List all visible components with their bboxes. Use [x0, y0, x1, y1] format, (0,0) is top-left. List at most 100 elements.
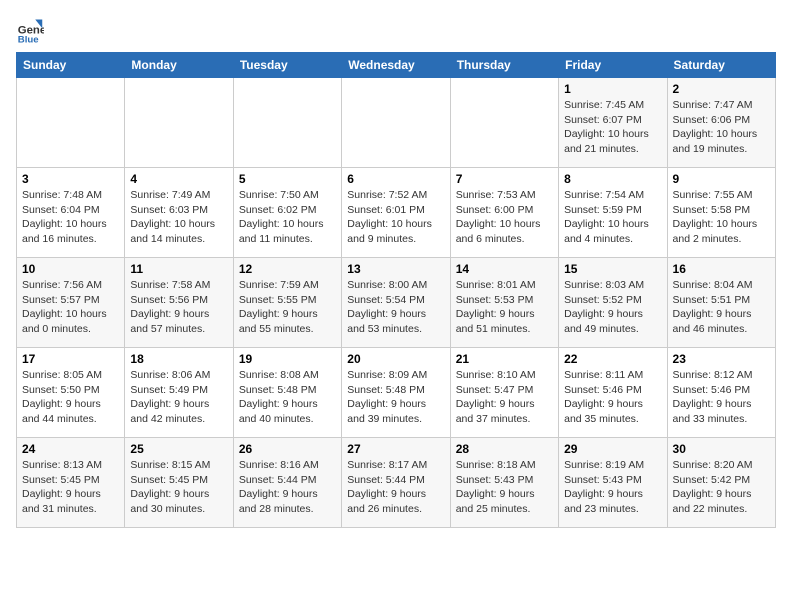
day-info: Sunrise: 7:50 AM Sunset: 6:02 PM Dayligh…	[239, 188, 336, 247]
calendar-cell: 12 Sunrise: 7:59 AM Sunset: 5:55 PM Dayli…	[233, 258, 341, 348]
day-number: 7	[456, 172, 553, 186]
calendar-cell: 16 Sunrise: 8:04 AM Sunset: 5:51 PM Dayli…	[667, 258, 775, 348]
weekday-header: Thursday	[450, 53, 558, 78]
day-number: 25	[130, 442, 227, 456]
calendar-cell: 5 Sunrise: 7:50 AM Sunset: 6:02 PM Daylig…	[233, 168, 341, 258]
day-info: Sunrise: 8:04 AM Sunset: 5:51 PM Dayligh…	[673, 278, 770, 337]
day-number: 8	[564, 172, 661, 186]
day-number: 1	[564, 82, 661, 96]
day-number: 28	[456, 442, 553, 456]
calendar-cell: 1 Sunrise: 7:45 AM Sunset: 6:07 PM Daylig…	[559, 78, 667, 168]
day-info: Sunrise: 7:52 AM Sunset: 6:01 PM Dayligh…	[347, 188, 444, 247]
day-number: 20	[347, 352, 444, 366]
day-info: Sunrise: 7:45 AM Sunset: 6:07 PM Dayligh…	[564, 98, 661, 157]
day-info: Sunrise: 8:20 AM Sunset: 5:42 PM Dayligh…	[673, 458, 770, 517]
calendar-table: SundayMondayTuesdayWednesdayThursdayFrid…	[16, 52, 776, 528]
day-number: 26	[239, 442, 336, 456]
calendar-cell: 23 Sunrise: 8:12 AM Sunset: 5:46 PM Dayli…	[667, 348, 775, 438]
day-number: 4	[130, 172, 227, 186]
calendar-cell: 21 Sunrise: 8:10 AM Sunset: 5:47 PM Dayli…	[450, 348, 558, 438]
logo: General Blue	[16, 16, 48, 44]
day-number: 11	[130, 262, 227, 276]
day-number: 9	[673, 172, 770, 186]
day-number: 10	[22, 262, 119, 276]
day-number: 22	[564, 352, 661, 366]
day-info: Sunrise: 8:19 AM Sunset: 5:43 PM Dayligh…	[564, 458, 661, 517]
day-info: Sunrise: 8:13 AM Sunset: 5:45 PM Dayligh…	[22, 458, 119, 517]
day-number: 14	[456, 262, 553, 276]
day-number: 23	[673, 352, 770, 366]
day-number: 16	[673, 262, 770, 276]
day-number: 12	[239, 262, 336, 276]
calendar-cell	[342, 78, 450, 168]
calendar-cell: 18 Sunrise: 8:06 AM Sunset: 5:49 PM Dayli…	[125, 348, 233, 438]
day-info: Sunrise: 8:17 AM Sunset: 5:44 PM Dayligh…	[347, 458, 444, 517]
day-number: 17	[22, 352, 119, 366]
calendar-cell: 9 Sunrise: 7:55 AM Sunset: 5:58 PM Daylig…	[667, 168, 775, 258]
weekday-header: Friday	[559, 53, 667, 78]
day-number: 29	[564, 442, 661, 456]
calendar-cell: 19 Sunrise: 8:08 AM Sunset: 5:48 PM Dayli…	[233, 348, 341, 438]
day-info: Sunrise: 8:01 AM Sunset: 5:53 PM Dayligh…	[456, 278, 553, 337]
weekday-header: Saturday	[667, 53, 775, 78]
day-number: 30	[673, 442, 770, 456]
day-info: Sunrise: 7:48 AM Sunset: 6:04 PM Dayligh…	[22, 188, 119, 247]
weekday-header: Wednesday	[342, 53, 450, 78]
calendar-cell	[450, 78, 558, 168]
calendar-cell: 30 Sunrise: 8:20 AM Sunset: 5:42 PM Dayli…	[667, 438, 775, 528]
calendar-cell	[125, 78, 233, 168]
calendar-cell	[17, 78, 125, 168]
day-info: Sunrise: 7:54 AM Sunset: 5:59 PM Dayligh…	[564, 188, 661, 247]
day-number: 27	[347, 442, 444, 456]
day-number: 19	[239, 352, 336, 366]
calendar-cell: 15Sunrise: 8:03 AM Sunset: 5:52 PM Dayli…	[559, 258, 667, 348]
calendar-cell: 29 Sunrise: 8:19 AM Sunset: 5:43 PM Dayli…	[559, 438, 667, 528]
day-info: Sunrise: 8:06 AM Sunset: 5:49 PM Dayligh…	[130, 368, 227, 427]
calendar-cell: 22 Sunrise: 8:11 AM Sunset: 5:46 PM Dayli…	[559, 348, 667, 438]
calendar-cell: 6 Sunrise: 7:52 AM Sunset: 6:01 PM Daylig…	[342, 168, 450, 258]
calendar-cell: 11 Sunrise: 7:58 AM Sunset: 5:56 PM Dayli…	[125, 258, 233, 348]
calendar-cell: 3 Sunrise: 7:48 AM Sunset: 6:04 PM Daylig…	[17, 168, 125, 258]
day-number: 24	[22, 442, 119, 456]
day-number: 21	[456, 352, 553, 366]
day-number: 5	[239, 172, 336, 186]
calendar-cell: 27 Sunrise: 8:17 AM Sunset: 5:44 PM Dayli…	[342, 438, 450, 528]
day-info: Sunrise: 8:11 AM Sunset: 5:46 PM Dayligh…	[564, 368, 661, 427]
day-info: Sunrise: 7:49 AM Sunset: 6:03 PM Dayligh…	[130, 188, 227, 247]
day-info: Sunrise: 7:58 AM Sunset: 5:56 PM Dayligh…	[130, 278, 227, 337]
calendar-cell: 28 Sunrise: 8:18 AM Sunset: 5:43 PM Dayli…	[450, 438, 558, 528]
day-info: Sunrise: 7:55 AM Sunset: 5:58 PM Dayligh…	[673, 188, 770, 247]
day-info: Sunrise: 8:05 AM Sunset: 5:50 PM Dayligh…	[22, 368, 119, 427]
day-info: Sunrise: 7:59 AM Sunset: 5:55 PM Dayligh…	[239, 278, 336, 337]
calendar-cell: 2 Sunrise: 7:47 AM Sunset: 6:06 PM Daylig…	[667, 78, 775, 168]
day-info: Sunrise: 8:12 AM Sunset: 5:46 PM Dayligh…	[673, 368, 770, 427]
day-info: Sunrise: 7:53 AM Sunset: 6:00 PM Dayligh…	[456, 188, 553, 247]
day-number: 2	[673, 82, 770, 96]
day-number: 6	[347, 172, 444, 186]
calendar-cell: 4 Sunrise: 7:49 AM Sunset: 6:03 PM Daylig…	[125, 168, 233, 258]
weekday-header: Sunday	[17, 53, 125, 78]
weekday-header: Monday	[125, 53, 233, 78]
calendar-cell: 25Sunrise: 8:15 AM Sunset: 5:45 PM Dayli…	[125, 438, 233, 528]
calendar-cell: 14 Sunrise: 8:01 AM Sunset: 5:53 PM Dayli…	[450, 258, 558, 348]
day-info: Sunrise: 8:03 AM Sunset: 5:52 PM Dayligh…	[564, 278, 661, 337]
calendar-cell: 24 Sunrise: 8:13 AM Sunset: 5:45 PM Dayli…	[17, 438, 125, 528]
day-info: Sunrise: 7:47 AM Sunset: 6:06 PM Dayligh…	[673, 98, 770, 157]
logo-icon: General Blue	[16, 16, 44, 44]
calendar-cell: 8 Sunrise: 7:54 AM Sunset: 5:59 PM Daylig…	[559, 168, 667, 258]
day-number: 13	[347, 262, 444, 276]
calendar-cell: 10 Sunrise: 7:56 AM Sunset: 5:57 PM Dayli…	[17, 258, 125, 348]
day-info: Sunrise: 8:10 AM Sunset: 5:47 PM Dayligh…	[456, 368, 553, 427]
day-info: Sunrise: 8:18 AM Sunset: 5:43 PM Dayligh…	[456, 458, 553, 517]
day-info: Sunrise: 7:56 AM Sunset: 5:57 PM Dayligh…	[22, 278, 119, 337]
calendar-cell: 20 Sunrise: 8:09 AM Sunset: 5:48 PM Dayli…	[342, 348, 450, 438]
day-number: 3	[22, 172, 119, 186]
calendar-cell: 26Sunrise: 8:16 AM Sunset: 5:44 PM Dayli…	[233, 438, 341, 528]
day-number: 18	[130, 352, 227, 366]
svg-text:Blue: Blue	[18, 34, 39, 44]
calendar-cell	[233, 78, 341, 168]
weekday-header: Tuesday	[233, 53, 341, 78]
day-info: Sunrise: 8:09 AM Sunset: 5:48 PM Dayligh…	[347, 368, 444, 427]
day-info: Sunrise: 8:08 AM Sunset: 5:48 PM Dayligh…	[239, 368, 336, 427]
calendar-cell: 13Sunrise: 8:00 AM Sunset: 5:54 PM Dayli…	[342, 258, 450, 348]
